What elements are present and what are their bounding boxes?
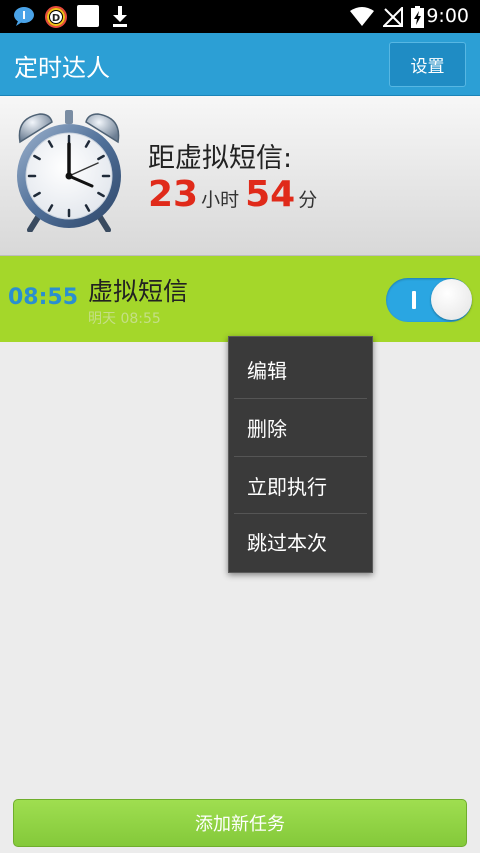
app-title: 定时达人 xyxy=(14,54,110,82)
menu-item-edit[interactable]: 编辑 xyxy=(229,341,372,398)
wifi-icon xyxy=(350,7,374,26)
no-signal-icon xyxy=(383,7,403,27)
add-task-button[interactable]: 添加新任务 xyxy=(13,799,467,847)
settings-button[interactable]: 设置 xyxy=(389,42,466,87)
battery-charging-icon xyxy=(411,6,424,28)
toggle-on-indicator xyxy=(412,291,416,309)
menu-item-run-now[interactable]: 立即执行 xyxy=(229,457,372,514)
svg-text:D: D xyxy=(52,13,60,24)
countdown-hours-unit: 小时 xyxy=(201,189,240,211)
toggle-knob xyxy=(431,279,472,320)
menu-item-delete[interactable]: 删除 xyxy=(229,399,372,456)
countdown-remaining: 23 小时 54 分 xyxy=(148,174,323,218)
task-enable-toggle[interactable] xyxy=(386,278,472,322)
task-item[interactable]: 08:55 虚拟短信 明天 08:55 xyxy=(0,256,480,342)
blank-app-icon xyxy=(77,5,99,27)
countdown-hours: 23 xyxy=(148,174,199,215)
app-bar: 定时达人 设置 xyxy=(0,33,480,96)
countdown-minutes: 54 xyxy=(245,174,296,215)
countdown-title: 距虚拟短信: xyxy=(148,143,293,174)
countdown-minutes-unit: 分 xyxy=(298,189,318,211)
d-app-icon: D xyxy=(45,6,67,28)
context-menu: 编辑 删除 立即执行 跳过本次 xyxy=(228,336,373,573)
download-icon xyxy=(113,6,127,27)
status-bar: D 9:00 xyxy=(0,0,480,33)
menu-item-skip-once[interactable]: 跳过本次 xyxy=(229,513,372,570)
status-time: 9:00 xyxy=(426,5,469,27)
task-next-run: 明天 08:55 xyxy=(88,311,161,327)
task-name: 虚拟短信 xyxy=(88,277,189,306)
task-time: 08:55 xyxy=(8,285,79,310)
message-icon xyxy=(14,7,34,26)
alarm-clock-icon xyxy=(17,110,121,232)
countdown-panel: 距虚拟短信: 23 小时 54 分 xyxy=(0,96,480,256)
